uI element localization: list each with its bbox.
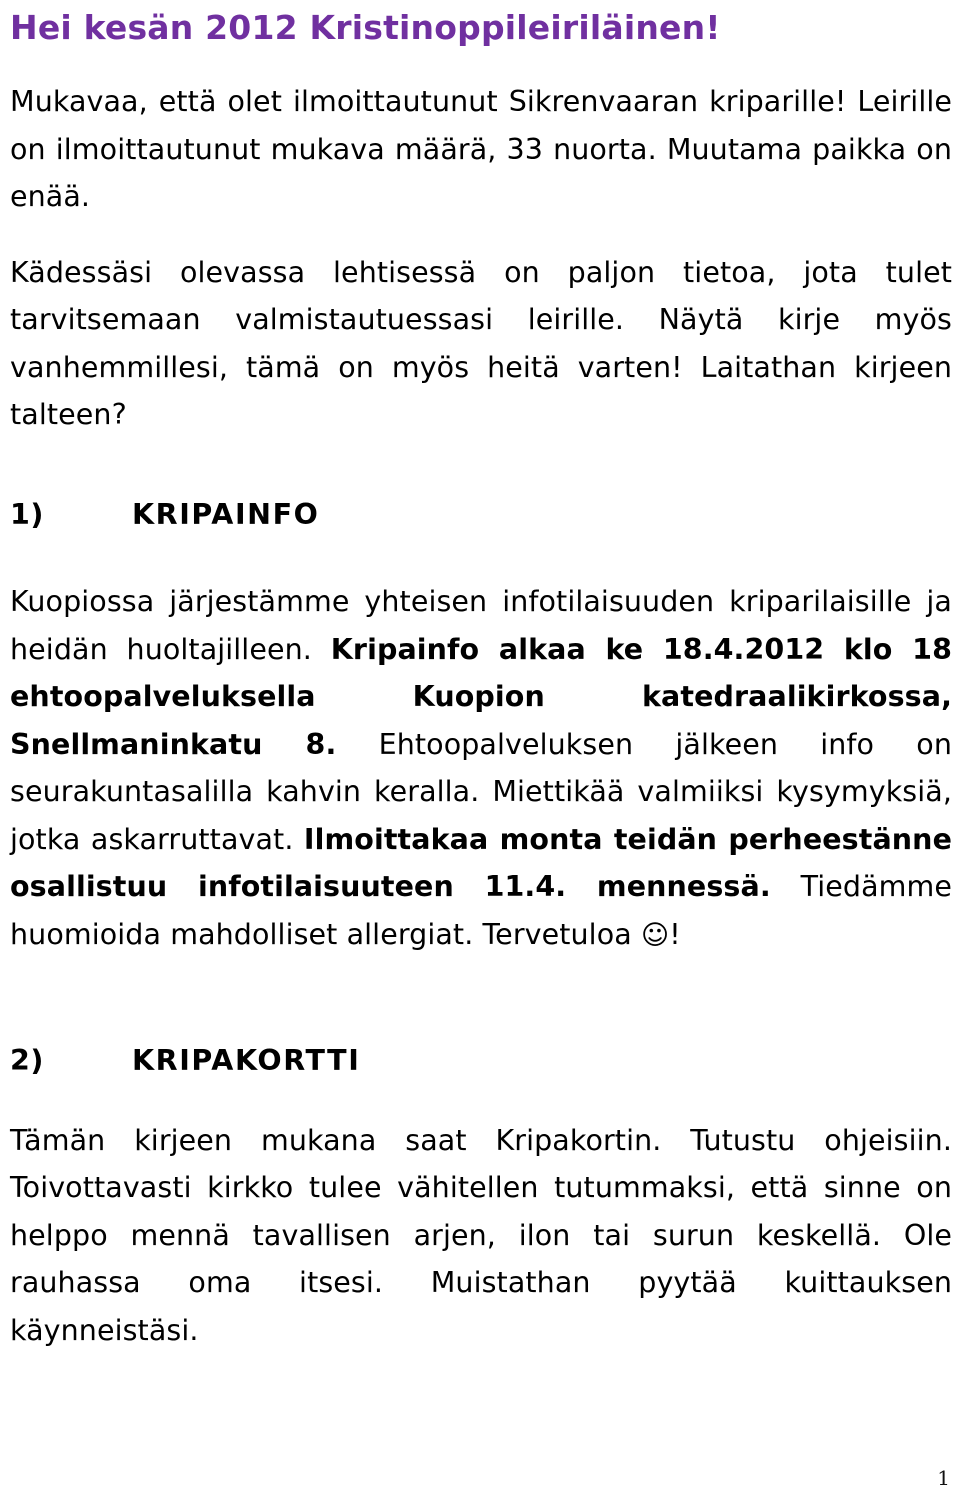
- document-page: Hei kesän 2012 Kristinoppileiriläinen! M…: [0, 0, 960, 1506]
- intro-paragraph-2: Kädessäsi olevassa lehtisessä on paljon …: [10, 255, 952, 432]
- section-heading-kripakortti: 2) KRIPAKORTTI: [10, 1037, 952, 1085]
- spacer-after-title: [10, 50, 952, 78]
- section-1-body: Kuopiossa järjestämme yhteisen infotilai…: [10, 578, 952, 959]
- page-number: 1: [937, 1466, 950, 1490]
- spacer-before-section-2: [10, 959, 952, 1037]
- section-number-1: 1): [10, 497, 44, 531]
- kripainfo-text-part-4: !: [669, 917, 681, 951]
- section-label-kripainfo: KRIPAINFO: [132, 497, 320, 531]
- section-2-body: Tämän kirjeen mukana saat Kripakortin. T…: [10, 1123, 952, 1347]
- spacer-between-intro-paragraphs: [10, 221, 952, 249]
- spacer-after-section-heading-2: [10, 1085, 952, 1117]
- section-label-kripakortti: KRIPAKORTTI: [132, 1044, 361, 1077]
- spacer-before-section-1: [10, 439, 952, 491]
- spacer-after-section-heading-1: [10, 538, 952, 578]
- page-title: Hei kesän 2012 Kristinoppileiriläinen!: [10, 8, 721, 47]
- page-content: Hei kesän 2012 Kristinoppileiriläinen! M…: [10, 0, 952, 1354]
- intro-paragraph-1: Mukavaa, että olet ilmoittautunut Sikren…: [10, 85, 952, 213]
- section-heading-kripainfo: 1) KRIPAINFO: [10, 491, 952, 539]
- section-number-2: 2): [10, 1044, 44, 1077]
- smiley-face-icon: ☺: [640, 919, 670, 951]
